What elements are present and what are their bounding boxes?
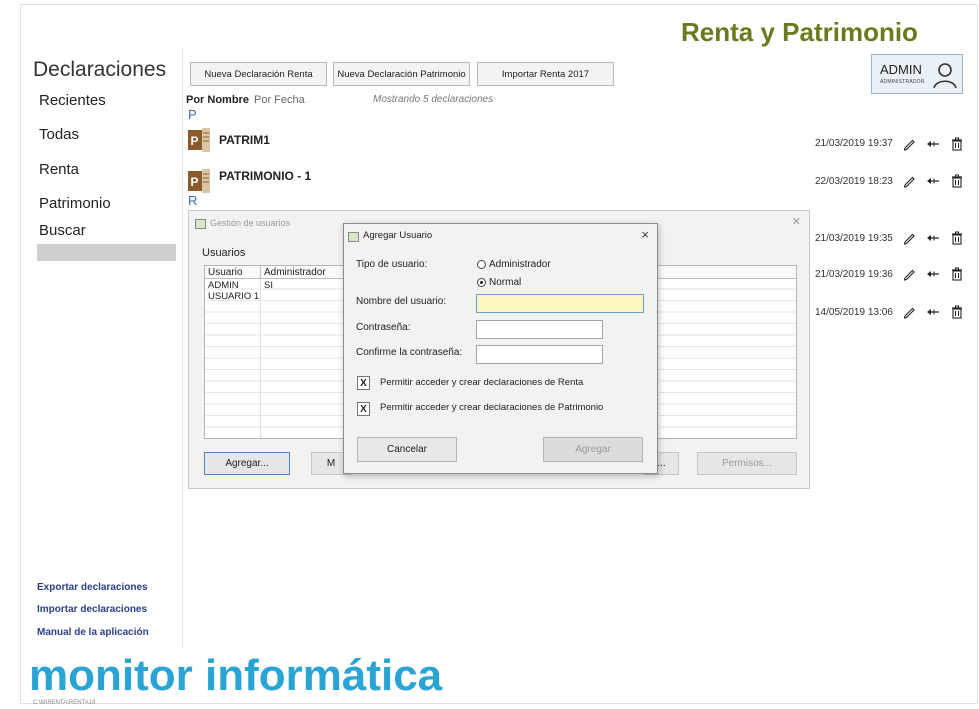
user-name: ADMIN: [880, 62, 922, 77]
edit-icon[interactable]: [902, 267, 916, 281]
export-link[interactable]: Exportar declaraciones: [37, 582, 148, 593]
edit-icon[interactable]: [902, 231, 916, 245]
import-renta-button[interactable]: Importar Renta 2017: [477, 62, 614, 86]
dialog-title: Agregar Usuario: [363, 230, 433, 241]
trash-icon[interactable]: [950, 137, 964, 151]
trash-icon[interactable]: [950, 305, 964, 319]
group-letter-r: R: [188, 193, 198, 208]
close-icon[interactable]: ✕: [792, 215, 801, 228]
permissions-button[interactable]: Permisos...: [697, 452, 797, 475]
export-icon[interactable]: [926, 305, 940, 319]
close-icon[interactable]: ×: [641, 227, 649, 242]
trash-icon[interactable]: [950, 267, 964, 281]
row-date: 22/03/2019 18:23: [815, 176, 893, 187]
sort-by-date[interactable]: Por Fecha: [254, 94, 305, 106]
list-item-name[interactable]: PATRIMONIO - 1: [219, 169, 311, 183]
edit-icon[interactable]: [902, 305, 916, 319]
patrimonio-doc-icon: P: [188, 169, 210, 193]
doc-letter: P: [191, 175, 199, 189]
row-date: 21/03/2019 19:35: [815, 233, 893, 244]
confirm-password-input[interactable]: [476, 345, 603, 364]
export-icon[interactable]: [926, 174, 940, 188]
radio-normal[interactable]: Normal: [477, 277, 521, 288]
brand-logo: monitor informática: [29, 651, 443, 700]
renta-permission-checkbox[interactable]: X: [357, 376, 370, 390]
add-button[interactable]: Agregar: [543, 437, 643, 462]
column-header-usuario[interactable]: Usuario: [205, 266, 261, 279]
cell-administrador: [261, 291, 264, 302]
row-date: 14/05/2019 13:06: [815, 307, 893, 318]
patrimonio-permission-checkbox[interactable]: X: [357, 402, 370, 416]
password-label: Contraseña:: [356, 322, 411, 333]
app-icon: [195, 219, 206, 229]
user-icon: [933, 63, 957, 89]
row-date: 21/03/2019 19:36: [815, 269, 893, 280]
trash-icon[interactable]: [950, 231, 964, 245]
trash-icon[interactable]: [950, 174, 964, 188]
sidebar-title: Declaraciones: [33, 58, 167, 81]
manual-link[interactable]: Manual de la aplicación: [37, 627, 149, 638]
users-label: Usuarios: [202, 247, 246, 259]
group-letter-p: P: [188, 107, 197, 122]
sidebar-item-renta[interactable]: Renta: [39, 161, 79, 178]
search-field[interactable]: [37, 244, 176, 261]
app-title: Renta y Patrimonio: [681, 17, 918, 47]
export-icon[interactable]: [926, 231, 940, 245]
cell-usuario: USUARIO 1: [208, 291, 260, 302]
username-input[interactable]: [476, 294, 644, 313]
sidebar-item-recientes[interactable]: Recientes: [39, 92, 106, 109]
install-path: C:\MIRENTA\RENTA18: [33, 700, 96, 706]
app-icon: [348, 232, 359, 242]
list-item-name[interactable]: PATRIM1: [219, 133, 270, 147]
sidebar-item-patrimonio[interactable]: Patrimonio: [39, 195, 111, 212]
username-label: Nombre del usuario:: [356, 296, 447, 307]
row-date: 21/03/2019 19:37: [815, 138, 893, 149]
table-row[interactable]: USUARIO 1: [205, 291, 264, 302]
patrimonio-doc-icon: P: [188, 128, 210, 152]
new-renta-button[interactable]: Nueva Declaración Renta: [190, 62, 327, 86]
edit-icon[interactable]: [902, 137, 916, 151]
agregar-usuario-dialog: Agregar Usuario × Tipo de usuario: Admin…: [343, 223, 658, 474]
showing-count: Mostrando 5 declaraciones: [373, 94, 494, 105]
radio-label: Administrador: [489, 259, 551, 270]
export-icon[interactable]: [926, 267, 940, 281]
password-input[interactable]: [476, 320, 603, 339]
dialog-title: Gestión de usuarios: [210, 218, 291, 228]
user-type-label: Tipo de usuario:: [356, 259, 428, 270]
patrimonio-permission-label: Permitir acceder y crear declaraciones d…: [380, 402, 604, 413]
cell-usuario: ADMIN: [208, 280, 239, 291]
radio-label: Normal: [489, 277, 522, 288]
confirm-password-label: Confirme la contraseña:: [356, 347, 463, 358]
cancel-button[interactable]: Cancelar: [357, 437, 457, 462]
cell-administrador: SI: [264, 280, 273, 291]
sidebar-item-buscar[interactable]: Buscar: [39, 222, 86, 239]
table-row[interactable]: ADMIN SI: [205, 280, 273, 291]
sort-by-name[interactable]: Por Nombre: [186, 94, 249, 106]
radio-circle: [477, 278, 486, 287]
doc-letter: P: [191, 134, 199, 148]
renta-permission-label: Permitir acceder y crear declaraciones d…: [380, 377, 584, 388]
edit-icon[interactable]: [902, 174, 916, 188]
new-patrimonio-button[interactable]: Nueva Declaración Patrimonio: [333, 62, 470, 86]
add-user-button[interactable]: Agregar...: [204, 452, 290, 475]
sidebar-item-todas[interactable]: Todas: [39, 126, 79, 143]
import-link[interactable]: Importar declaraciones: [37, 604, 147, 615]
user-role: ADMINISTRADOR: [880, 79, 925, 85]
export-icon[interactable]: [926, 137, 940, 151]
user-account-button[interactable]: ADMIN ADMINISTRADOR: [871, 54, 963, 94]
radio-administrador[interactable]: Administrador: [477, 259, 551, 270]
sidebar-divider: [182, 48, 183, 648]
radio-circle: [477, 260, 486, 269]
